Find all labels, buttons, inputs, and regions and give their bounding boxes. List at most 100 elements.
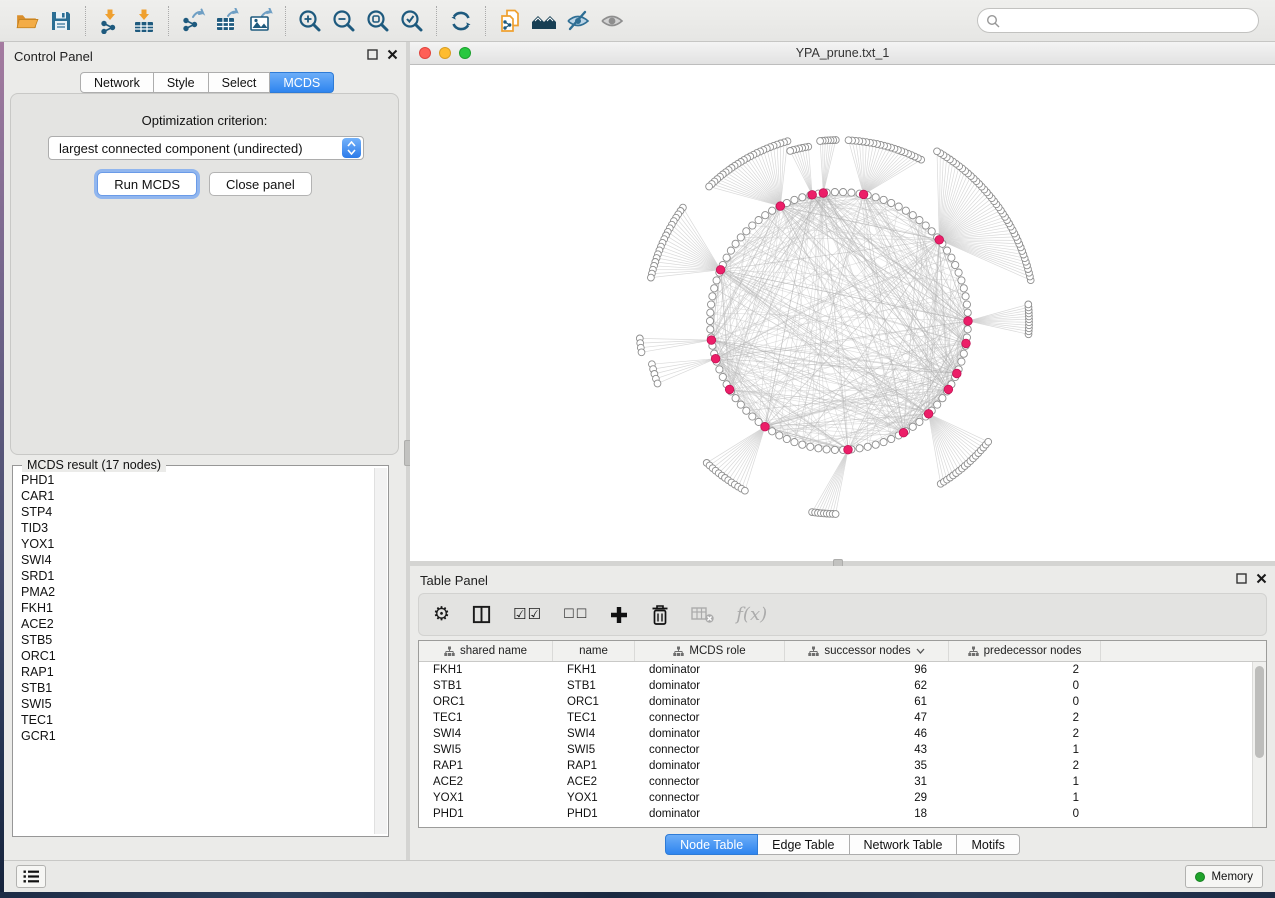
hide-selected-button[interactable] xyxy=(561,4,595,38)
mcds-result-item[interactable]: ACE2 xyxy=(14,616,373,632)
scrollbar-thumb[interactable] xyxy=(1255,666,1264,758)
mcds-result-item[interactable]: RAP1 xyxy=(14,664,373,680)
select-all-button[interactable]: ☑☑ xyxy=(513,607,542,622)
export-table-button[interactable] xyxy=(210,4,244,38)
first-neighbors-button[interactable] xyxy=(527,4,561,38)
close-panel-icon[interactable] xyxy=(387,49,398,60)
column-header-mcds-role[interactable]: MCDS role xyxy=(635,641,785,661)
column-header-shared-name[interactable]: shared name xyxy=(419,641,553,661)
export-network-button[interactable] xyxy=(176,4,210,38)
network-canvas[interactable] xyxy=(410,65,1275,560)
zoom-selected-button[interactable] xyxy=(395,4,429,38)
mcds-result-item[interactable]: TID3 xyxy=(14,520,373,536)
close-panel-icon[interactable] xyxy=(1256,573,1267,584)
network-window-titlebar[interactable]: YPA_prune.txt_1 xyxy=(410,42,1275,65)
mcds-node[interactable] xyxy=(935,236,944,245)
table-row[interactable]: TEC1TEC1connector472 xyxy=(419,710,1252,726)
mcds-node[interactable] xyxy=(844,445,853,454)
mcds-result-item[interactable]: PMA2 xyxy=(14,584,373,600)
mcds-result-item[interactable]: STB1 xyxy=(14,680,373,696)
column-header-successor-nodes[interactable]: successor nodes xyxy=(785,641,949,661)
column-header-name[interactable]: name xyxy=(553,641,635,661)
close-panel-button[interactable]: Close panel xyxy=(209,172,312,196)
tab-node-table[interactable]: Node Table xyxy=(665,834,758,855)
table-row[interactable]: STB1STB1dominator620 xyxy=(419,678,1252,694)
mcds-result-item[interactable]: SWI4 xyxy=(14,552,373,568)
mcds-node[interactable] xyxy=(707,336,716,345)
mcds-result-item[interactable]: SRD1 xyxy=(14,568,373,584)
show-columns-button[interactable] xyxy=(471,604,492,625)
export-image-button[interactable] xyxy=(244,4,278,38)
mcds-node[interactable] xyxy=(859,190,868,199)
column-header-predecessor-nodes[interactable]: predecessor nodes xyxy=(949,641,1101,661)
mcds-result-item[interactable]: TEC1 xyxy=(14,712,373,728)
table-row[interactable]: SWI5SWI5connector431 xyxy=(419,742,1252,758)
delete-table-button[interactable] xyxy=(691,606,715,624)
optimization-criterion-select[interactable]: largest connected component (undirected) xyxy=(48,136,364,160)
mcds-result-item[interactable]: STP4 xyxy=(14,504,373,520)
deselect-all-button[interactable]: ☐☐ xyxy=(563,608,588,621)
tab-motifs[interactable]: Motifs xyxy=(957,834,1019,855)
mcds-node[interactable] xyxy=(761,422,770,431)
clone-network-button[interactable] xyxy=(493,4,527,38)
delete-columns-button[interactable] xyxy=(650,604,670,626)
mcds-node[interactable] xyxy=(944,385,953,394)
mcds-node[interactable] xyxy=(899,428,908,437)
mcds-node[interactable] xyxy=(964,317,973,326)
mcds-result-list[interactable]: PHD1CAR1STP4TID3YOX1SWI4SRD1PMA2FKH1ACE2… xyxy=(14,472,373,834)
tab-select[interactable]: Select xyxy=(209,72,271,93)
table-mode-button[interactable]: ⚙ xyxy=(433,605,450,624)
apply-layout-button[interactable] xyxy=(444,4,478,38)
mcds-result-item[interactable]: PHD1 xyxy=(14,472,373,488)
table-row[interactable]: ORC1ORC1dominator610 xyxy=(419,694,1252,710)
mcds-node[interactable] xyxy=(819,189,828,198)
search-input[interactable] xyxy=(1006,14,1250,28)
task-history-button[interactable] xyxy=(16,865,46,888)
zoom-in-button[interactable] xyxy=(293,4,327,38)
fit-content-button[interactable] xyxy=(361,4,395,38)
run-mcds-button[interactable]: Run MCDS xyxy=(97,172,197,196)
float-panel-icon[interactable] xyxy=(367,49,378,60)
mcds-result-item[interactable]: YOX1 xyxy=(14,536,373,552)
tab-network-table[interactable]: Network Table xyxy=(850,834,958,855)
mcds-node[interactable] xyxy=(924,410,933,419)
zoom-out-button[interactable] xyxy=(327,4,361,38)
mcds-node[interactable] xyxy=(711,354,720,363)
tab-network[interactable]: Network xyxy=(80,72,154,93)
mcds-node[interactable] xyxy=(776,202,785,211)
tab-mcds[interactable]: MCDS xyxy=(270,72,334,93)
open-session-button[interactable] xyxy=(10,4,44,38)
mcds-node[interactable] xyxy=(808,191,817,200)
table-row[interactable]: RAP1RAP1dominator352 xyxy=(419,758,1252,774)
mcds-result-item[interactable]: CAR1 xyxy=(14,488,373,504)
tab-style[interactable]: Style xyxy=(154,72,209,93)
mcds-result-item[interactable]: ORC1 xyxy=(14,648,373,664)
result-list-scrollbar[interactable] xyxy=(374,468,387,834)
table-row[interactable]: PHD1PHD1dominator180 xyxy=(419,806,1252,822)
mcds-node[interactable] xyxy=(962,339,971,348)
mcds-node[interactable] xyxy=(953,369,962,378)
table-row[interactable]: FKH1FKH1dominator962 xyxy=(419,662,1252,678)
table-row[interactable]: ACE2ACE2connector311 xyxy=(419,774,1252,790)
create-column-button[interactable] xyxy=(609,605,629,625)
import-table-button[interactable] xyxy=(127,4,161,38)
window-zoom-traffic-light[interactable] xyxy=(459,47,471,59)
float-panel-icon[interactable] xyxy=(1236,573,1247,584)
window-minimize-traffic-light[interactable] xyxy=(439,47,451,59)
table-scrollbar[interactable] xyxy=(1252,662,1266,827)
search-box[interactable] xyxy=(977,8,1259,33)
save-session-button[interactable] xyxy=(44,4,78,38)
mcds-node[interactable] xyxy=(725,385,734,394)
mcds-result-item[interactable]: SWI5 xyxy=(14,696,373,712)
table-row[interactable]: SWI4SWI4dominator462 xyxy=(419,726,1252,742)
window-close-traffic-light[interactable] xyxy=(419,47,431,59)
mcds-result-item[interactable]: STB5 xyxy=(14,632,373,648)
mcds-result-item[interactable]: GCR1 xyxy=(14,728,373,744)
mcds-result-item[interactable]: FKH1 xyxy=(14,600,373,616)
show-all-button[interactable] xyxy=(595,4,629,38)
import-network-button[interactable] xyxy=(93,4,127,38)
mcds-node[interactable] xyxy=(716,266,725,275)
table-row[interactable]: YOX1YOX1connector291 xyxy=(419,790,1252,806)
function-builder-button[interactable]: f(x) xyxy=(736,606,767,624)
tab-edge-table[interactable]: Edge Table xyxy=(758,834,849,855)
